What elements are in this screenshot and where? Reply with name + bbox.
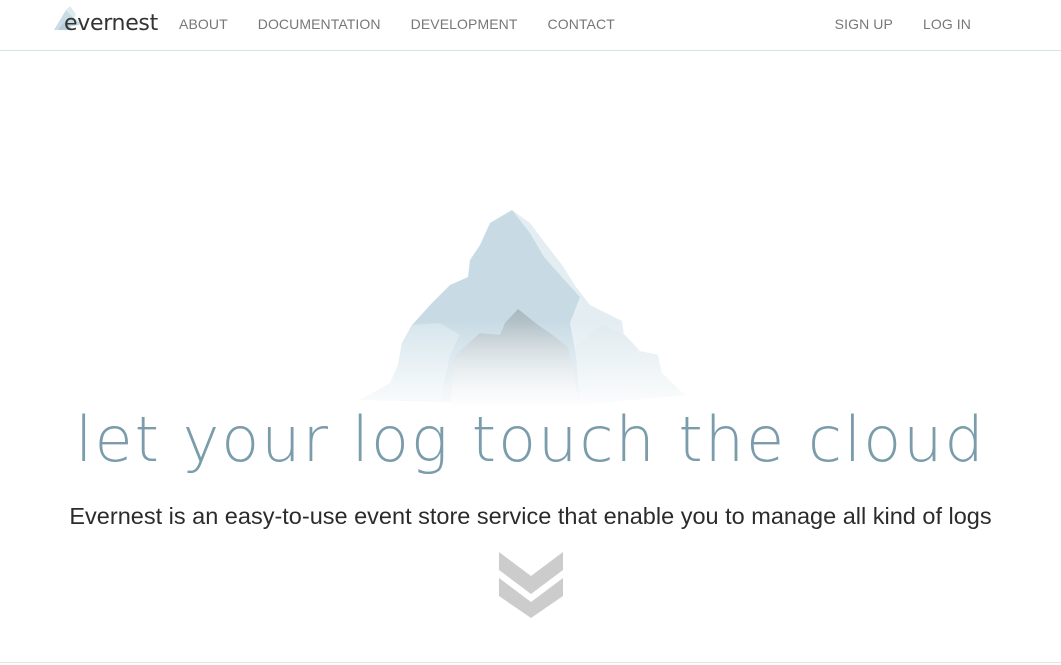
nav-link-development[interactable]: DEVELOPMENT bbox=[411, 16, 518, 32]
nav-item-sign-up: SIGN UP bbox=[820, 16, 908, 34]
nav-item-about: ABOUT bbox=[164, 16, 243, 34]
nav-link-about[interactable]: ABOUT bbox=[179, 16, 228, 32]
hero-subtitle: Evernest is an easy-to-use event store s… bbox=[69, 503, 992, 529]
mountain-illustration bbox=[340, 205, 700, 415]
nav-link-contact[interactable]: CONTACT bbox=[548, 16, 615, 32]
nav-item-contact: CONTACT bbox=[533, 16, 630, 34]
section-divider bbox=[0, 662, 1061, 663]
double-chevron-down-icon bbox=[499, 552, 563, 618]
nav-item-development: DEVELOPMENT bbox=[396, 16, 533, 34]
nav-item-log-in: LOG IN bbox=[908, 16, 986, 34]
nav-link-documentation[interactable]: DOCUMENTATION bbox=[258, 16, 381, 32]
top-navbar: evernest ABOUT DOCUMENTATION DEVELOPMENT… bbox=[0, 0, 1061, 51]
log-in-link[interactable]: LOG IN bbox=[923, 16, 971, 32]
hero-title: let your log touch the cloud bbox=[75, 403, 986, 476]
sign-up-link[interactable]: SIGN UP bbox=[835, 16, 893, 32]
page: evernest ABOUT DOCUMENTATION DEVELOPMENT… bbox=[0, 0, 1061, 665]
nav-item-documentation: DOCUMENTATION bbox=[243, 16, 396, 34]
scroll-down-button[interactable] bbox=[497, 550, 565, 618]
account-nav: SIGN UP LOG IN bbox=[820, 0, 986, 50]
brand-logo-link[interactable]: evernest bbox=[52, 4, 162, 44]
brand-name: evernest bbox=[64, 11, 158, 36]
primary-nav: ABOUT DOCUMENTATION DEVELOPMENT CONTACT bbox=[164, 0, 630, 50]
